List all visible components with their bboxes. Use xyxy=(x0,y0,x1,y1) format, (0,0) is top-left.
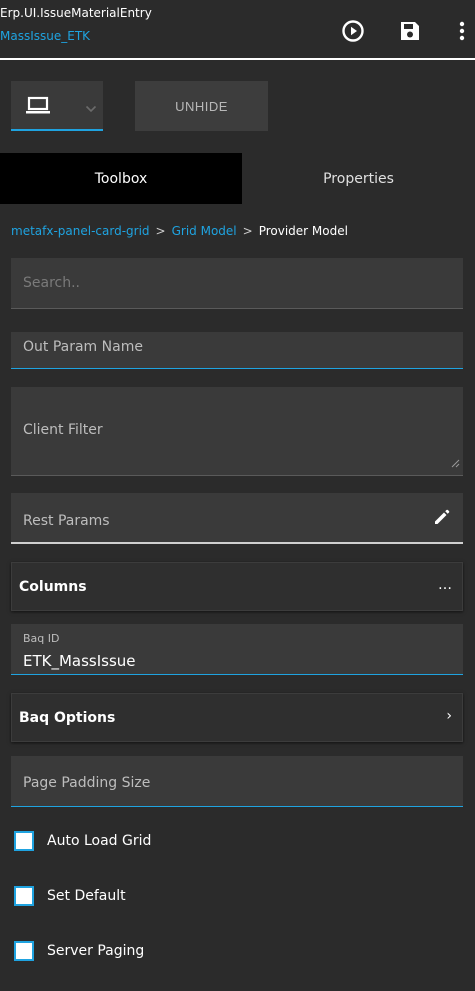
checkbox-box[interactable] xyxy=(14,831,34,851)
more-horiz-icon[interactable]: … xyxy=(438,577,452,593)
breadcrumb-separator: > xyxy=(155,224,166,238)
pencil-icon[interactable] xyxy=(433,508,451,530)
breadcrumb: metafx-panel-card-grid > Grid Model > Pr… xyxy=(11,224,348,238)
panel-tabs: Toolbox Properties xyxy=(0,153,475,204)
chevron-right-icon[interactable]: › xyxy=(446,708,452,724)
baq-options-section[interactable]: Baq Options › xyxy=(11,693,463,742)
baq-id-field[interactable]: Baq ID ETK_MassIssue xyxy=(11,624,463,675)
page-padding-size-field[interactable]: Page Padding Size xyxy=(11,756,463,807)
more-vert-icon[interactable] xyxy=(450,18,474,44)
app-title: Erp.UI.IssueMaterialEntry xyxy=(0,6,152,20)
tab-properties[interactable]: Properties xyxy=(242,153,475,204)
search-field xyxy=(11,258,463,309)
save-icon[interactable] xyxy=(397,18,423,44)
device-select[interactable] xyxy=(11,81,103,131)
checkbox-box[interactable] xyxy=(14,941,34,961)
breadcrumb-item-grid-model[interactable]: Grid Model xyxy=(172,224,237,238)
unhide-button[interactable]: UNHIDE xyxy=(135,81,268,131)
title-bar: Erp.UI.IssueMaterialEntry MassIssue_ETK xyxy=(0,0,475,60)
breadcrumb-separator: > xyxy=(242,224,253,238)
out-param-name-field[interactable]: Out Param Name xyxy=(11,332,463,369)
rest-params-field[interactable]: Rest Params xyxy=(11,493,463,544)
laptop-icon xyxy=(25,95,51,119)
server-paging-checkbox[interactable]: Server Paging xyxy=(14,939,144,963)
server-paging-label: Server Paging xyxy=(47,943,145,959)
chevron-down-icon xyxy=(85,99,97,118)
auto-load-grid-label: Auto Load Grid xyxy=(47,833,152,849)
tab-toolbox[interactable]: Toolbox xyxy=(0,153,242,204)
breadcrumb-item-panel-card-grid[interactable]: metafx-panel-card-grid xyxy=(11,224,150,238)
page-padding-size-label: Page Padding Size xyxy=(23,775,151,791)
baq-id-label: Baq ID xyxy=(23,632,60,645)
set-default-label: Set Default xyxy=(47,888,126,904)
breadcrumb-item-provider-model: Provider Model xyxy=(258,224,348,238)
rest-params-label: Rest Params xyxy=(23,513,110,529)
auto-load-grid-checkbox[interactable]: Auto Load Grid xyxy=(14,829,151,853)
baq-options-label: Baq Options xyxy=(19,710,116,726)
search-input[interactable] xyxy=(11,258,463,308)
baq-id-value: ETK_MassIssue xyxy=(23,652,136,670)
client-filter-field[interactable]: Client Filter xyxy=(11,387,463,476)
columns-section[interactable]: Columns … xyxy=(11,562,463,611)
checkbox-box[interactable] xyxy=(14,886,34,906)
set-default-checkbox[interactable]: Set Default xyxy=(14,884,126,908)
resize-handle-icon[interactable] xyxy=(450,453,460,472)
columns-label: Columns xyxy=(19,579,87,595)
app-subtitle[interactable]: MassIssue_ETK xyxy=(0,29,90,43)
out-param-name-label: Out Param Name xyxy=(23,339,143,355)
client-filter-label: Client Filter xyxy=(23,422,103,438)
play-circle-icon[interactable] xyxy=(340,18,366,44)
